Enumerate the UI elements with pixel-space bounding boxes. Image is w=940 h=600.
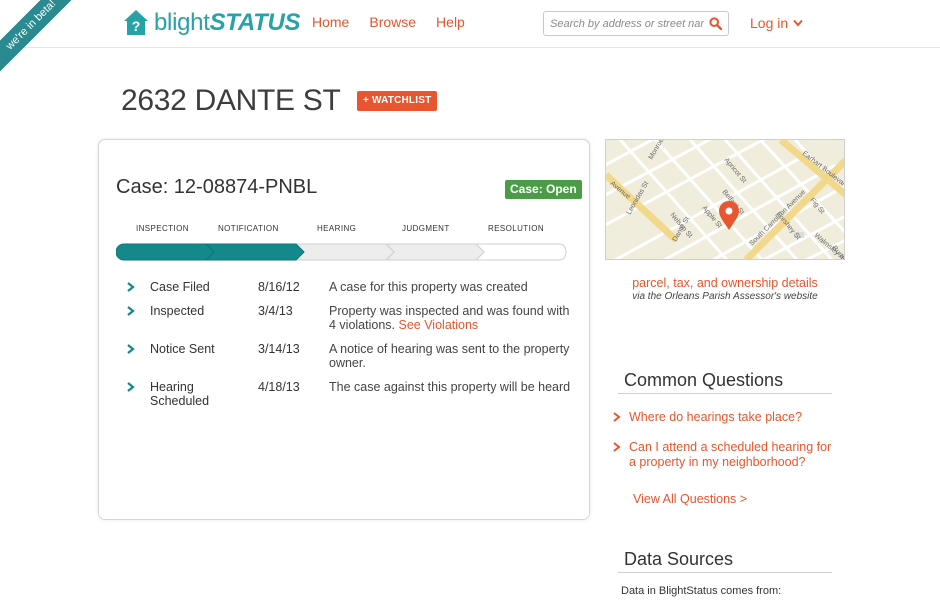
main-nav: Home Browse Help	[312, 14, 465, 30]
progress-segment-hearing	[294, 243, 395, 261]
beta-ribbon: we're in beta!	[0, 0, 85, 79]
page-title: 2632 DANTE ST	[121, 84, 341, 117]
chevron-right-icon	[127, 382, 135, 392]
search-input[interactable]	[544, 12, 704, 35]
divider	[618, 572, 832, 573]
assessor-source-note: via the Orleans Parish Assessor's websit…	[632, 291, 818, 302]
progress-segment-inspection	[116, 243, 215, 261]
add-to-watchlist-button[interactable]: + WATCHLIST	[357, 91, 438, 111]
stage-label-resolution: RESOLUTION	[488, 224, 545, 233]
chevron-down-icon	[793, 19, 803, 27]
property-map[interactable]: Monroe St Leonidas St Nelson St Apple St…	[605, 139, 845, 260]
stage-label-hearing: HEARING	[317, 224, 357, 233]
stage-label-notification: NOTIFICATION	[218, 224, 279, 233]
event-name: Hearing Scheduled	[150, 380, 210, 408]
question-text: Can I attend a scheduled hearing for a p…	[629, 440, 832, 469]
house-question-icon: ?	[124, 10, 148, 35]
chevron-right-icon	[613, 442, 621, 452]
map-canvas: Monroe St Leonidas St Nelson St Apple St…	[606, 140, 844, 259]
divider	[618, 393, 832, 394]
login-menu[interactable]: Log in	[750, 15, 803, 31]
nav-browse-link[interactable]: Browse	[369, 14, 416, 30]
common-questions-heading: Common Questions	[624, 370, 784, 390]
event-date: 3/4/13	[258, 304, 293, 318]
event-name: Inspected	[150, 304, 205, 318]
question-text: Where do hearings take place?	[629, 410, 803, 424]
progress-segment-resolution	[474, 243, 567, 261]
see-violations-link[interactable]: See Violations	[398, 318, 478, 332]
event-description: Property was inspected and was found wit…	[329, 304, 570, 332]
search-icon[interactable]	[704, 13, 726, 35]
case-title: Case: 12-08874-PNBL	[116, 176, 318, 198]
nav-home-link[interactable]: Home	[312, 14, 349, 30]
nav-help-link[interactable]: Help	[436, 14, 465, 30]
case-progress-bar	[116, 243, 567, 261]
event-description: The case against this property will be h…	[329, 380, 571, 394]
site-header: we're in beta! ? blightSTATUS Home Brows…	[0, 0, 940, 79]
case-card: Case: 12-08874-PNBL Case: Open INSPECTIO…	[98, 139, 590, 520]
chevron-right-icon	[127, 306, 135, 316]
data-sources-text: Data in BlightStatus comes from:	[621, 585, 782, 597]
stage-label-judgment: JUDGMENT	[402, 224, 450, 233]
stage-label-inspection: INSPECTION	[136, 224, 189, 233]
event-name: Notice Sent	[150, 342, 215, 356]
event-description: A notice of hearing was sent to the prop…	[329, 342, 570, 370]
progress-segment-judgment	[384, 243, 485, 261]
progress-segment-notification	[204, 243, 305, 261]
event-date: 8/16/12	[258, 280, 300, 294]
event-description: A case for this property was created	[329, 280, 528, 294]
login-label: Log in	[750, 15, 789, 31]
event-name: Case Filed	[150, 280, 210, 294]
chevron-right-icon	[613, 412, 621, 422]
assessor-details-link[interactable]: parcel, tax, and ownership details	[605, 276, 845, 290]
chevron-right-icon	[127, 282, 135, 292]
logo-text: blightSTATUS	[154, 9, 301, 36]
search-box	[543, 11, 729, 36]
chevron-right-icon	[127, 344, 135, 354]
stage-labels: INSPECTION NOTIFICATION HEARING JUDGMENT…	[116, 224, 566, 240]
svg-text:?: ?	[132, 18, 141, 34]
event-date: 4/18/13	[258, 380, 300, 394]
site-logo[interactable]: ? blightSTATUS	[122, 6, 301, 40]
status-badge: Case: Open	[505, 180, 582, 199]
event-date: 3/14/13	[258, 342, 300, 356]
data-sources-heading: Data Sources	[624, 549, 734, 569]
view-all-questions-link[interactable]: View All Questions >	[633, 492, 747, 506]
